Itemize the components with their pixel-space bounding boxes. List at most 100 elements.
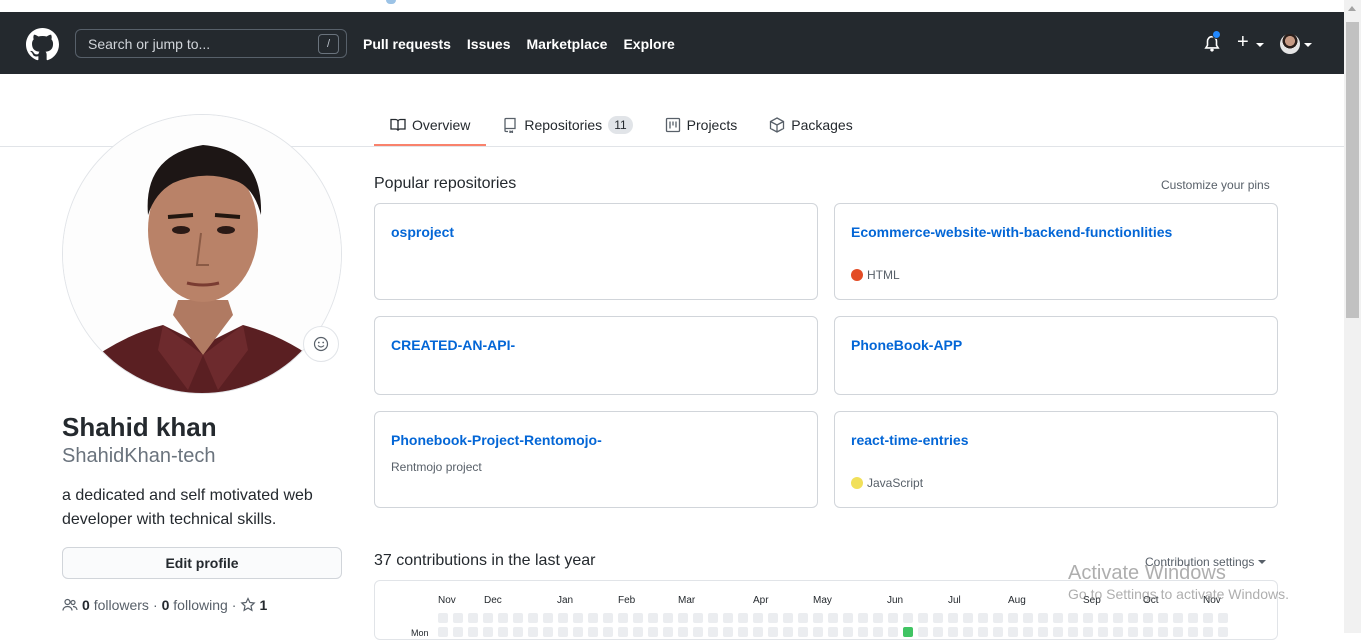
contribution-day-cell[interactable] bbox=[783, 627, 793, 637]
contribution-day-cell[interactable] bbox=[1173, 627, 1183, 637]
contribution-day-cell[interactable] bbox=[513, 627, 523, 637]
contribution-day-cell[interactable] bbox=[1053, 613, 1063, 623]
contribution-day-cell[interactable] bbox=[828, 627, 838, 637]
contribution-day-cell[interactable] bbox=[918, 613, 928, 623]
contribution-day-cell[interactable] bbox=[483, 613, 493, 623]
contribution-day-cell[interactable] bbox=[1128, 613, 1138, 623]
contribution-day-cell[interactable] bbox=[543, 613, 553, 623]
scrollbar-thumb[interactable] bbox=[1346, 22, 1359, 318]
repo-name-link[interactable]: CREATED-AN-API- bbox=[391, 337, 515, 353]
create-new-plus-icon[interactable]: + bbox=[1237, 32, 1249, 52]
contribution-day-cell[interactable] bbox=[708, 613, 718, 623]
contribution-day-cell[interactable] bbox=[1218, 613, 1228, 623]
nav-pull-requests[interactable]: Pull requests bbox=[363, 36, 451, 52]
contribution-day-cell[interactable] bbox=[468, 627, 478, 637]
contribution-day-cell[interactable] bbox=[1188, 627, 1198, 637]
contribution-day-cell[interactable] bbox=[1083, 613, 1093, 623]
contribution-day-cell[interactable] bbox=[1173, 613, 1183, 623]
contribution-day-cell[interactable] bbox=[453, 613, 463, 623]
contribution-day-cell[interactable] bbox=[693, 613, 703, 623]
contribution-day-cell[interactable] bbox=[543, 627, 553, 637]
stars-link[interactable]: 1 bbox=[240, 597, 267, 613]
contribution-day-cell[interactable] bbox=[963, 627, 973, 637]
contribution-day-cell[interactable] bbox=[858, 627, 868, 637]
contribution-day-cell[interactable] bbox=[918, 627, 928, 637]
contribution-day-cell[interactable] bbox=[978, 613, 988, 623]
contribution-day-cell[interactable] bbox=[498, 627, 508, 637]
contribution-day-cell[interactable] bbox=[558, 613, 568, 623]
contribution-day-cell[interactable] bbox=[873, 627, 883, 637]
contribution-day-cell[interactable] bbox=[1128, 627, 1138, 637]
following-link[interactable]: 0 following bbox=[162, 597, 228, 613]
contribution-day-cell[interactable] bbox=[1083, 627, 1093, 637]
contribution-day-cell[interactable] bbox=[1008, 627, 1018, 637]
contribution-day-cell[interactable] bbox=[573, 613, 583, 623]
tab-repositories[interactable]: Repositories 11 bbox=[486, 104, 648, 146]
contribution-day-cell[interactable] bbox=[753, 613, 763, 623]
contribution-day-cell[interactable] bbox=[498, 613, 508, 623]
contribution-day-cell[interactable] bbox=[438, 613, 448, 623]
scroll-up-arrow-icon[interactable] bbox=[1348, 6, 1356, 11]
contribution-day-cell[interactable] bbox=[948, 613, 958, 623]
contribution-day-cell[interactable] bbox=[438, 627, 448, 637]
contribution-day-cell[interactable] bbox=[603, 627, 613, 637]
contribution-day-cell[interactable] bbox=[903, 613, 913, 623]
contribution-day-cell[interactable] bbox=[843, 627, 853, 637]
contribution-day-cell[interactable] bbox=[843, 613, 853, 623]
github-logo-icon[interactable] bbox=[26, 28, 59, 61]
contribution-day-cell[interactable] bbox=[738, 613, 748, 623]
customize-pins-link[interactable]: Customize your pins bbox=[1161, 178, 1270, 192]
contribution-day-cell[interactable] bbox=[1188, 613, 1198, 623]
contribution-day-cell[interactable] bbox=[528, 613, 538, 623]
contribution-day-cell[interactable] bbox=[693, 627, 703, 637]
contribution-day-cell[interactable] bbox=[1113, 613, 1123, 623]
contribution-day-cell[interactable] bbox=[573, 627, 583, 637]
contribution-day-cell[interactable] bbox=[813, 627, 823, 637]
contribution-day-cell[interactable] bbox=[483, 627, 493, 637]
contribution-day-cell[interactable] bbox=[1158, 613, 1168, 623]
nav-explore[interactable]: Explore bbox=[623, 36, 674, 52]
contribution-day-cell[interactable] bbox=[663, 627, 673, 637]
contribution-day-cell[interactable] bbox=[783, 613, 793, 623]
contribution-day-cell[interactable] bbox=[963, 613, 973, 623]
contribution-day-cell[interactable] bbox=[603, 613, 613, 623]
nav-issues[interactable]: Issues bbox=[467, 36, 511, 52]
contribution-day-cell[interactable] bbox=[873, 613, 883, 623]
contribution-day-cell[interactable] bbox=[1098, 627, 1108, 637]
contribution-day-cell[interactable] bbox=[768, 613, 778, 623]
contribution-day-cell[interactable] bbox=[813, 613, 823, 623]
contribution-day-cell[interactable] bbox=[1203, 627, 1213, 637]
contribution-day-cell[interactable] bbox=[633, 627, 643, 637]
contribution-day-cell[interactable] bbox=[588, 613, 598, 623]
contribution-day-cell[interactable] bbox=[828, 613, 838, 623]
tab-projects[interactable]: Projects bbox=[649, 104, 754, 146]
page-scrollbar[interactable] bbox=[1344, 0, 1361, 633]
contribution-day-cell[interactable] bbox=[708, 627, 718, 637]
contribution-day-cell[interactable] bbox=[798, 627, 808, 637]
contribution-day-cell[interactable] bbox=[1143, 613, 1153, 623]
contribution-day-cell[interactable] bbox=[1098, 613, 1108, 623]
contribution-day-cell[interactable] bbox=[993, 627, 1003, 637]
set-status-button[interactable] bbox=[303, 326, 339, 362]
contribution-day-cell[interactable] bbox=[588, 627, 598, 637]
contribution-day-cell[interactable] bbox=[1068, 613, 1078, 623]
contribution-day-cell[interactable] bbox=[633, 613, 643, 623]
repo-name-link[interactable]: osproject bbox=[391, 224, 454, 240]
contribution-day-cell[interactable] bbox=[888, 613, 898, 623]
contribution-day-cell[interactable] bbox=[1203, 613, 1213, 623]
profile-avatar[interactable] bbox=[62, 114, 342, 394]
contribution-day-cell[interactable] bbox=[1023, 627, 1033, 637]
contribution-day-cell[interactable] bbox=[948, 627, 958, 637]
contribution-day-cell[interactable] bbox=[738, 627, 748, 637]
repo-name-link[interactable]: PhoneBook-APP bbox=[851, 337, 962, 353]
contribution-day-cell[interactable] bbox=[903, 627, 913, 637]
repo-name-link[interactable]: Phonebook-Project-Rentomojo- bbox=[391, 432, 602, 448]
contribution-day-cell[interactable] bbox=[1038, 613, 1048, 623]
contribution-day-cell[interactable] bbox=[558, 627, 568, 637]
contribution-day-cell[interactable] bbox=[1038, 627, 1048, 637]
contribution-day-cell[interactable] bbox=[1143, 627, 1153, 637]
contribution-day-cell[interactable] bbox=[453, 627, 463, 637]
contribution-day-cell[interactable] bbox=[1053, 627, 1063, 637]
repo-name-link[interactable]: react-time-entries bbox=[851, 432, 969, 448]
contribution-day-cell[interactable] bbox=[648, 627, 658, 637]
